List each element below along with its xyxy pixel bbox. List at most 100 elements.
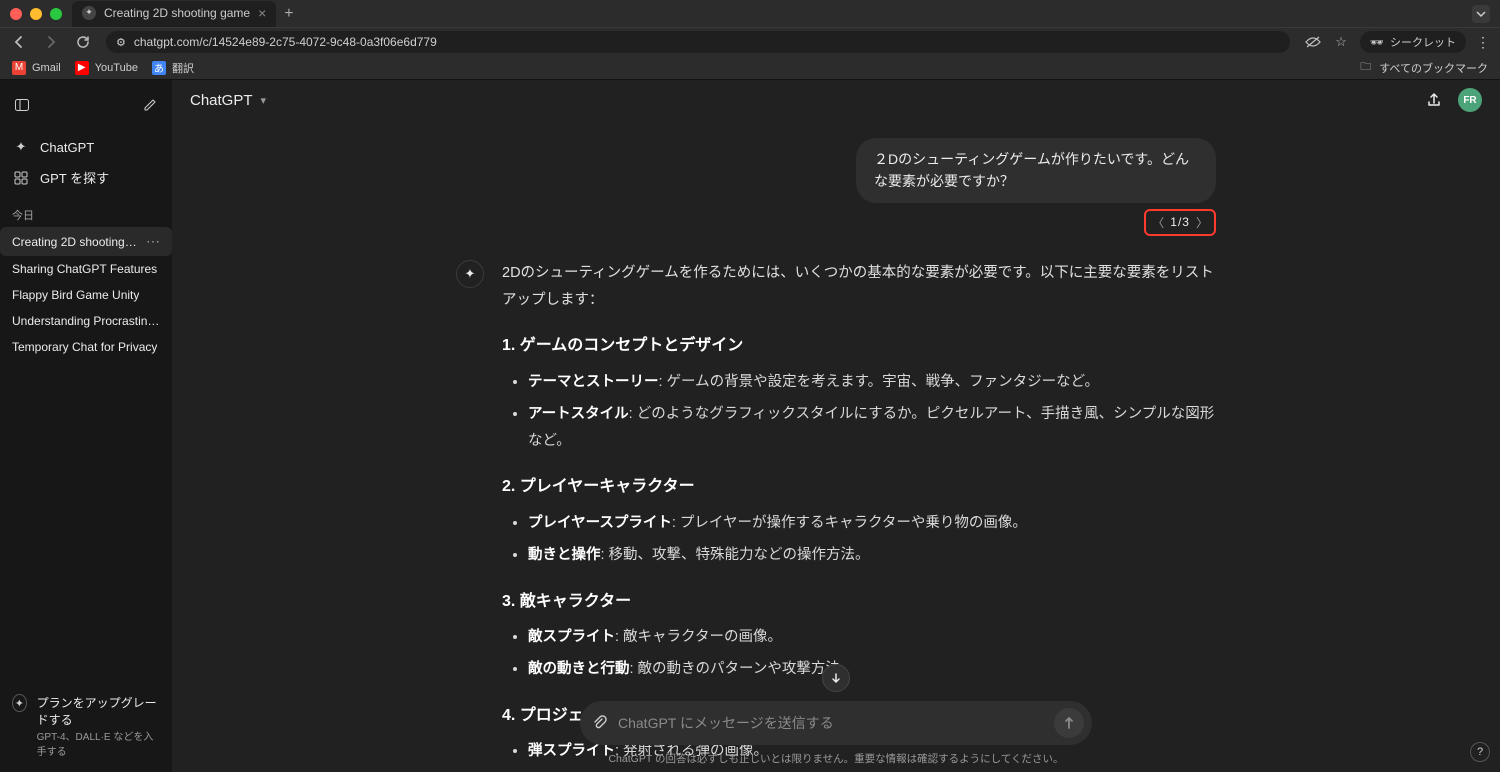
assistant-message-body: 2Dのシューティングゲームを作るためには、いくつかの基本的な要素が必要です。以下… bbox=[502, 260, 1216, 772]
site-settings-icon[interactable]: ⚙ bbox=[116, 36, 126, 49]
browser-toolbar: ⚙ chatgpt.com/c/14524e89-2c75-4072-9c48-… bbox=[0, 28, 1500, 56]
assistant-section-heading: 3. 敵キャラクター bbox=[502, 587, 1216, 617]
scroll-to-bottom-button[interactable] bbox=[822, 664, 850, 692]
bookmark-youtube[interactable]: ▶ YouTube bbox=[75, 61, 138, 75]
composer-area: ChatGPT の回答は必ずしも正しいとは限りません。重要な情報は確認するように… bbox=[172, 701, 1500, 772]
assistant-bullet: アートスタイル: どのようなグラフィックスタイルにするか。ピクセルアート、手描き… bbox=[528, 401, 1216, 455]
bookmark-label: すべてのブックマーク bbox=[1379, 60, 1488, 76]
assistant-bullet-term: プレイヤースプライト bbox=[528, 515, 672, 531]
user-message-row: ２Dのシューティングゲームが作りたいです。どんな要素が必要ですか？ bbox=[456, 138, 1216, 203]
sparkle-icon: ✦ bbox=[12, 694, 27, 712]
window-close[interactable] bbox=[10, 8, 22, 20]
assistant-bullet-term: 敵の動きと行動 bbox=[528, 661, 630, 677]
user-message-text: ２Dのシューティングゲームが作りたいです。どんな要素が必要ですか？ bbox=[874, 151, 1189, 189]
grid-icon bbox=[12, 169, 30, 187]
composer bbox=[580, 701, 1092, 745]
bookmark-gmail[interactable]: M Gmail bbox=[12, 61, 61, 75]
share-button[interactable] bbox=[1426, 92, 1442, 108]
tab-favicon: ✦ bbox=[82, 6, 96, 20]
sidebar-item-explore-gpt[interactable]: GPT を探す bbox=[0, 162, 172, 193]
bookmark-translate[interactable]: あ 翻訳 bbox=[152, 60, 194, 76]
assistant-bullet: 敵の動きと行動: 敵の動きのパターンや攻撃方法。 bbox=[528, 656, 1216, 683]
window-titlebar: ✦ Creating 2D shooting game × + bbox=[0, 0, 1500, 28]
window-menu-button[interactable] bbox=[1472, 5, 1490, 23]
tab-title: Creating 2D shooting game bbox=[104, 6, 250, 20]
chevron-down-icon bbox=[1476, 9, 1486, 19]
assistant-section-list: プレイヤースプライト: プレイヤーが操作するキャラクターや乗り物の画像。動きと操… bbox=[502, 510, 1216, 569]
nav-back-button[interactable] bbox=[10, 33, 28, 51]
assistant-bullet-term: 敵スプライト bbox=[528, 629, 615, 645]
history-item-label: Sharing ChatGPT Features bbox=[12, 262, 157, 276]
assistant-bullet-desc: : ゲームの背景や設定を考えます。宇宙、戦争、ファンタジーなど。 bbox=[659, 374, 1099, 390]
assistant-bullet-term: 動きと操作 bbox=[528, 547, 601, 563]
incognito-label: シークレット bbox=[1390, 34, 1456, 50]
assistant-bullet-desc: : どのようなグラフィックスタイルにするか。ピクセルアート、手描き風、シンプルな… bbox=[528, 406, 1214, 449]
assistant-bullet-desc: : 敵キャラクターの画像。 bbox=[615, 629, 782, 645]
history-item-label: Creating 2D shooting game bbox=[12, 235, 140, 249]
assistant-bullet: 動きと操作: 移動、攻撃、特殊能力などの操作方法。 bbox=[528, 542, 1216, 569]
history-item[interactable]: Creating 2D shooting game⋯ bbox=[0, 227, 172, 256]
nav-forward-button[interactable] bbox=[42, 33, 60, 51]
assistant-bullet-desc: : 敵の動きのパターンや攻撃方法。 bbox=[630, 661, 855, 677]
assistant-section-heading: 1. ゲームのコンセプトとデザイン bbox=[502, 331, 1216, 361]
browser-menu-button[interactable]: ⋮ bbox=[1476, 34, 1490, 51]
window-maximize[interactable] bbox=[50, 8, 62, 20]
assistant-bullet: テーマとストーリー: ゲームの背景や設定を考えます。宇宙、戦争、ファンタジーなど… bbox=[528, 369, 1216, 396]
browser-tab-active[interactable]: ✦ Creating 2D shooting game × bbox=[72, 1, 276, 27]
history-item[interactable]: Sharing ChatGPT Features bbox=[0, 256, 172, 282]
bookmark-label: 翻訳 bbox=[172, 60, 194, 76]
history-item-label: Understanding Procrastination: C bbox=[12, 314, 160, 328]
new-chat-button[interactable] bbox=[140, 95, 160, 115]
app-root: ✦ ChatGPT GPT を探す 今日 Creating 2D shootin… bbox=[0, 80, 1500, 772]
sidebar-item-chatgpt[interactable]: ✦ ChatGPT bbox=[0, 132, 172, 162]
assistant-bullet-term: テーマとストーリー bbox=[528, 374, 659, 390]
assistant-intro: 2Dのシューティングゲームを作るためには、いくつかの基本的な要素が必要です。以下… bbox=[502, 260, 1216, 314]
help-button[interactable]: ? bbox=[1470, 742, 1490, 762]
assistant-message-row: ✦ 2Dのシューティングゲームを作るためには、いくつかの基本的な要素が必要です。… bbox=[456, 260, 1216, 772]
assistant-section-list: テーマとストーリー: ゲームの背景や設定を考えます。宇宙、戦争、ファンタジーなど… bbox=[502, 369, 1216, 454]
url-bar[interactable]: ⚙ chatgpt.com/c/14524e89-2c75-4072-9c48-… bbox=[106, 31, 1290, 53]
model-selector[interactable]: ChatGPT bbox=[190, 92, 253, 109]
upgrade-subtitle: GPT-4、DALL·E などを入手する bbox=[37, 728, 160, 758]
new-tab-button[interactable]: + bbox=[276, 5, 301, 23]
window-minimize[interactable] bbox=[30, 8, 42, 20]
folder-icon: 🗀 bbox=[1360, 58, 1371, 77]
user-avatar[interactable]: FR bbox=[1458, 88, 1482, 112]
assistant-bullet-term: アートスタイル bbox=[528, 406, 629, 422]
user-message-bubble: ２Dのシューティングゲームが作りたいです。どんな要素が必要ですか？ bbox=[856, 138, 1216, 203]
attach-button[interactable] bbox=[592, 715, 608, 731]
composer-input[interactable] bbox=[618, 715, 1044, 731]
message-pager: 〈 1/3 〉 bbox=[1144, 209, 1216, 236]
gmail-icon: M bbox=[12, 61, 26, 75]
main-panel: ChatGPT ▾ FR ２Dのシューティングゲームが作りたいです。どんな要素が… bbox=[172, 80, 1500, 772]
collapse-sidebar-button[interactable] bbox=[12, 95, 32, 115]
bookmark-star-icon[interactable]: ☆ bbox=[1332, 33, 1350, 51]
translate-icon: あ bbox=[152, 61, 166, 75]
send-button[interactable] bbox=[1054, 708, 1084, 738]
incognito-icon: 🕶 bbox=[1370, 36, 1384, 49]
tab-close-icon[interactable]: × bbox=[258, 5, 266, 21]
pager-next-button[interactable]: 〉 bbox=[1196, 214, 1208, 231]
assistant-bullet: 敵スプライト: 敵キャラクターの画像。 bbox=[528, 624, 1216, 651]
upgrade-plan-button[interactable]: ✦ プランをアップグレードする GPT-4、DALL·E などを入手する bbox=[0, 684, 172, 772]
history-item[interactable]: Temporary Chat for Privacy bbox=[0, 334, 172, 360]
chevron-down-icon: ▾ bbox=[261, 94, 267, 107]
conversation-area: ２Dのシューティングゲームが作りたいです。どんな要素が必要ですか？ 〈 1/3 … bbox=[172, 120, 1500, 772]
browser-tabstrip: ✦ Creating 2D shooting game × + bbox=[72, 0, 302, 27]
assistant-section-list: 敵スプライト: 敵キャラクターの画像。敵の動きと行動: 敵の動きのパターンや攻撃… bbox=[502, 624, 1216, 683]
upgrade-title: プランをアップグレードする bbox=[37, 694, 160, 728]
history-item[interactable]: Flappy Bird Game Unity bbox=[0, 282, 172, 308]
nav-reload-button[interactable] bbox=[74, 33, 92, 51]
assistant-bullet-desc: : 移動、攻撃、特殊能力などの操作方法。 bbox=[601, 547, 870, 563]
history-item-menu-icon[interactable]: ⋯ bbox=[140, 233, 160, 250]
pager-count: 1/3 bbox=[1170, 215, 1190, 229]
all-bookmarks-button[interactable]: 🗀 すべてのブックマーク bbox=[1360, 58, 1488, 77]
incognito-eye-icon[interactable] bbox=[1304, 33, 1322, 51]
pager-prev-button[interactable]: 〈 bbox=[1152, 214, 1164, 231]
assistant-bullet: プレイヤースプライト: プレイヤーが操作するキャラクターや乗り物の画像。 bbox=[528, 510, 1216, 537]
history-item-label: Temporary Chat for Privacy bbox=[12, 340, 157, 354]
assistant-section-heading: 2. プレイヤーキャラクター bbox=[502, 472, 1216, 502]
history-item[interactable]: Understanding Procrastination: C bbox=[0, 308, 172, 334]
youtube-icon: ▶ bbox=[75, 61, 89, 75]
url-text: chatgpt.com/c/14524e89-2c75-4072-9c48-0a… bbox=[134, 35, 437, 49]
